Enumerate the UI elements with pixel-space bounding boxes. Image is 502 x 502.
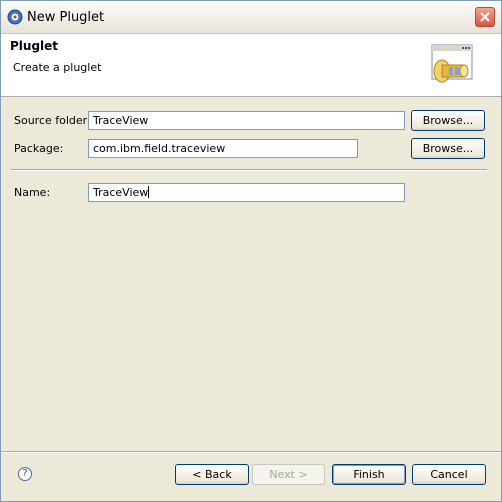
next-button[interactable]: Next >	[252, 464, 325, 485]
finish-button[interactable]: Finish	[332, 464, 406, 485]
source-folder-field[interactable]: TraceView	[88, 111, 405, 130]
form-separator	[11, 169, 487, 171]
package-label: Package:	[14, 142, 64, 155]
pluglet-wizard-banner-icon	[429, 43, 475, 89]
footer-separator	[1, 451, 501, 453]
window-title: New Pluglet	[27, 10, 105, 25]
close-button[interactable]	[475, 7, 495, 27]
cancel-button[interactable]: Cancel	[412, 464, 486, 485]
wizard-content: Source folder: TraceView Browse... Packa…	[1, 97, 501, 451]
help-icon[interactable]: ?	[18, 467, 32, 481]
name-field[interactable]: TraceView	[88, 183, 405, 202]
new-pluglet-dialog: New Pluglet Pluglet Create a pluglet Sou…	[0, 0, 502, 502]
banner-title: Pluglet	[10, 39, 59, 53]
wizard-banner: Pluglet Create a pluglet	[1, 34, 501, 97]
name-field-value: TraceView	[93, 186, 149, 199]
package-field[interactable]: com.ibm.field.traceview	[88, 139, 358, 158]
title-bar[interactable]: New Pluglet	[1, 1, 501, 34]
name-label: Name:	[14, 186, 51, 199]
source-folder-label: Source folder:	[14, 114, 91, 127]
back-button[interactable]: < Back	[175, 464, 249, 485]
source-folder-browse-button[interactable]: Browse...	[411, 110, 485, 131]
close-icon	[480, 12, 490, 22]
banner-description: Create a pluglet	[13, 61, 102, 74]
package-browse-button[interactable]: Browse...	[411, 138, 485, 159]
eclipse-wizard-icon	[7, 9, 23, 25]
